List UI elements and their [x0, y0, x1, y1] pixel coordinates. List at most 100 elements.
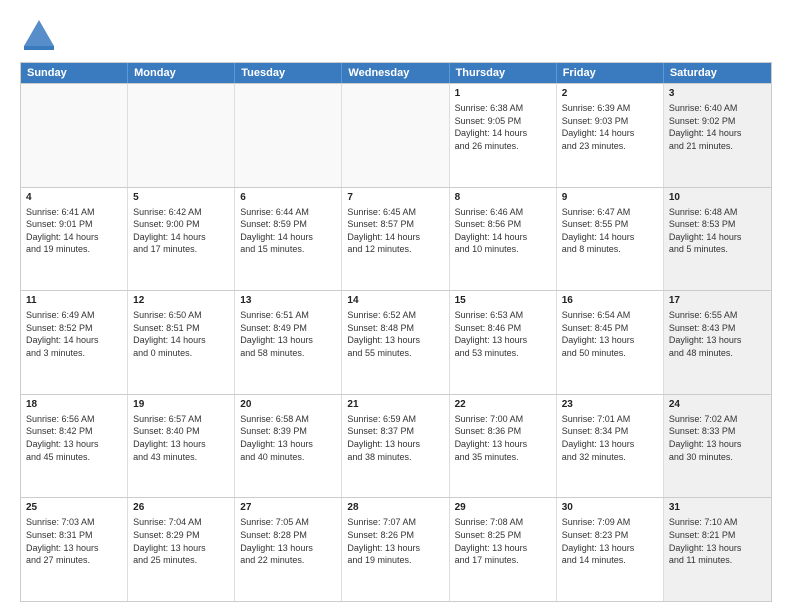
day-info-line: and 17 minutes.: [455, 554, 551, 567]
day-info-line: Sunrise: 6:42 AM: [133, 206, 229, 219]
cal-header-cell-thursday: Thursday: [450, 63, 557, 83]
cal-cell-8: 8Sunrise: 6:46 AMSunset: 8:56 PMDaylight…: [450, 188, 557, 291]
day-info-line: and 50 minutes.: [562, 347, 658, 360]
day-info-line: Daylight: 14 hours: [562, 127, 658, 140]
cal-week-5: 25Sunrise: 7:03 AMSunset: 8:31 PMDayligh…: [21, 497, 771, 601]
day-info-line: and 58 minutes.: [240, 347, 336, 360]
cal-cell-7: 7Sunrise: 6:45 AMSunset: 8:57 PMDaylight…: [342, 188, 449, 291]
day-info-line: and 0 minutes.: [133, 347, 229, 360]
day-info-line: Daylight: 13 hours: [562, 438, 658, 451]
day-info-line: and 12 minutes.: [347, 243, 443, 256]
day-info-line: Sunrise: 6:46 AM: [455, 206, 551, 219]
day-info-line: Sunrise: 6:58 AM: [240, 413, 336, 426]
cal-cell-26: 26Sunrise: 7:04 AMSunset: 8:29 PMDayligh…: [128, 498, 235, 601]
day-number: 21: [347, 398, 443, 412]
day-info-line: and 21 minutes.: [669, 140, 766, 153]
day-info-line: and 14 minutes.: [562, 554, 658, 567]
day-info-line: Sunrise: 7:09 AM: [562, 516, 658, 529]
day-number: 5: [133, 191, 229, 205]
day-info-line: Daylight: 13 hours: [26, 542, 122, 555]
day-info-line: Sunrise: 6:59 AM: [347, 413, 443, 426]
day-info-line: Daylight: 14 hours: [562, 231, 658, 244]
day-info-line: and 32 minutes.: [562, 451, 658, 464]
day-info-line: Sunset: 8:57 PM: [347, 218, 443, 231]
day-info-line: Sunrise: 7:03 AM: [26, 516, 122, 529]
day-info-line: and 19 minutes.: [347, 554, 443, 567]
day-info-line: Sunrise: 6:53 AM: [455, 309, 551, 322]
cal-cell-5: 5Sunrise: 6:42 AMSunset: 9:00 PMDaylight…: [128, 188, 235, 291]
day-number: 28: [347, 501, 443, 515]
day-info-line: Daylight: 14 hours: [669, 127, 766, 140]
day-number: 12: [133, 294, 229, 308]
day-info-line: Daylight: 13 hours: [669, 334, 766, 347]
cal-cell-15: 15Sunrise: 6:53 AMSunset: 8:46 PMDayligh…: [450, 291, 557, 394]
cal-cell-14: 14Sunrise: 6:52 AMSunset: 8:48 PMDayligh…: [342, 291, 449, 394]
day-info-line: Sunset: 9:05 PM: [455, 115, 551, 128]
day-info-line: Sunset: 9:02 PM: [669, 115, 766, 128]
cal-cell-18: 18Sunrise: 6:56 AMSunset: 8:42 PMDayligh…: [21, 395, 128, 498]
day-info-line: Sunset: 8:31 PM: [26, 529, 122, 542]
cal-week-4: 18Sunrise: 6:56 AMSunset: 8:42 PMDayligh…: [21, 394, 771, 498]
day-info-line: and 27 minutes.: [26, 554, 122, 567]
day-info-line: and 43 minutes.: [133, 451, 229, 464]
day-info-line: and 35 minutes.: [455, 451, 551, 464]
day-info-line: Daylight: 14 hours: [133, 334, 229, 347]
day-info-line: Sunset: 8:34 PM: [562, 425, 658, 438]
day-info-line: and 17 minutes.: [133, 243, 229, 256]
day-number: 2: [562, 87, 658, 101]
cal-week-1: 1Sunrise: 6:38 AMSunset: 9:05 PMDaylight…: [21, 83, 771, 187]
cal-cell-11: 11Sunrise: 6:49 AMSunset: 8:52 PMDayligh…: [21, 291, 128, 394]
cal-header-cell-saturday: Saturday: [664, 63, 771, 83]
header: [20, 16, 772, 54]
day-info-line: Sunrise: 6:41 AM: [26, 206, 122, 219]
cal-header-cell-friday: Friday: [557, 63, 664, 83]
day-info-line: Sunrise: 6:45 AM: [347, 206, 443, 219]
day-number: 18: [26, 398, 122, 412]
day-info-line: Sunrise: 7:08 AM: [455, 516, 551, 529]
cal-header-cell-sunday: Sunday: [21, 63, 128, 83]
day-info-line: Daylight: 14 hours: [26, 231, 122, 244]
day-number: 14: [347, 294, 443, 308]
day-info-line: Daylight: 13 hours: [347, 542, 443, 555]
calendar-header-row: SundayMondayTuesdayWednesdayThursdayFrid…: [21, 63, 771, 83]
calendar-body: 1Sunrise: 6:38 AMSunset: 9:05 PMDaylight…: [21, 83, 771, 601]
day-info-line: Sunrise: 6:54 AM: [562, 309, 658, 322]
day-info-line: Daylight: 13 hours: [240, 438, 336, 451]
day-info-line: Daylight: 13 hours: [669, 438, 766, 451]
day-info-line: Sunset: 8:23 PM: [562, 529, 658, 542]
calendar: SundayMondayTuesdayWednesdayThursdayFrid…: [20, 62, 772, 602]
day-info-line: Daylight: 14 hours: [240, 231, 336, 244]
day-number: 9: [562, 191, 658, 205]
day-info-line: and 8 minutes.: [562, 243, 658, 256]
day-number: 15: [455, 294, 551, 308]
cal-cell-12: 12Sunrise: 6:50 AMSunset: 8:51 PMDayligh…: [128, 291, 235, 394]
day-info-line: and 45 minutes.: [26, 451, 122, 464]
day-number: 25: [26, 501, 122, 515]
day-info-line: Sunrise: 6:50 AM: [133, 309, 229, 322]
day-info-line: Sunset: 8:26 PM: [347, 529, 443, 542]
day-number: 16: [562, 294, 658, 308]
day-info-line: Sunrise: 7:07 AM: [347, 516, 443, 529]
cal-header-cell-tuesday: Tuesday: [235, 63, 342, 83]
day-info-line: Sunrise: 7:04 AM: [133, 516, 229, 529]
day-info-line: Sunset: 8:52 PM: [26, 322, 122, 335]
cal-cell-empty-3: [342, 84, 449, 187]
day-info-line: Daylight: 13 hours: [669, 542, 766, 555]
cal-cell-2: 2Sunrise: 6:39 AMSunset: 9:03 PMDaylight…: [557, 84, 664, 187]
day-info-line: Sunset: 8:55 PM: [562, 218, 658, 231]
day-info-line: Daylight: 13 hours: [240, 542, 336, 555]
cal-cell-6: 6Sunrise: 6:44 AMSunset: 8:59 PMDaylight…: [235, 188, 342, 291]
cal-cell-17: 17Sunrise: 6:55 AMSunset: 8:43 PMDayligh…: [664, 291, 771, 394]
cal-week-2: 4Sunrise: 6:41 AMSunset: 9:01 PMDaylight…: [21, 187, 771, 291]
day-info-line: Sunrise: 7:05 AM: [240, 516, 336, 529]
day-number: 22: [455, 398, 551, 412]
day-info-line: Sunset: 8:45 PM: [562, 322, 658, 335]
cal-cell-24: 24Sunrise: 7:02 AMSunset: 8:33 PMDayligh…: [664, 395, 771, 498]
day-info-line: and 22 minutes.: [240, 554, 336, 567]
cal-cell-16: 16Sunrise: 6:54 AMSunset: 8:45 PMDayligh…: [557, 291, 664, 394]
day-info-line: Sunset: 9:01 PM: [26, 218, 122, 231]
day-info-line: Sunset: 8:59 PM: [240, 218, 336, 231]
day-info-line: Sunset: 8:25 PM: [455, 529, 551, 542]
day-info-line: and 5 minutes.: [669, 243, 766, 256]
day-info-line: Daylight: 13 hours: [455, 542, 551, 555]
